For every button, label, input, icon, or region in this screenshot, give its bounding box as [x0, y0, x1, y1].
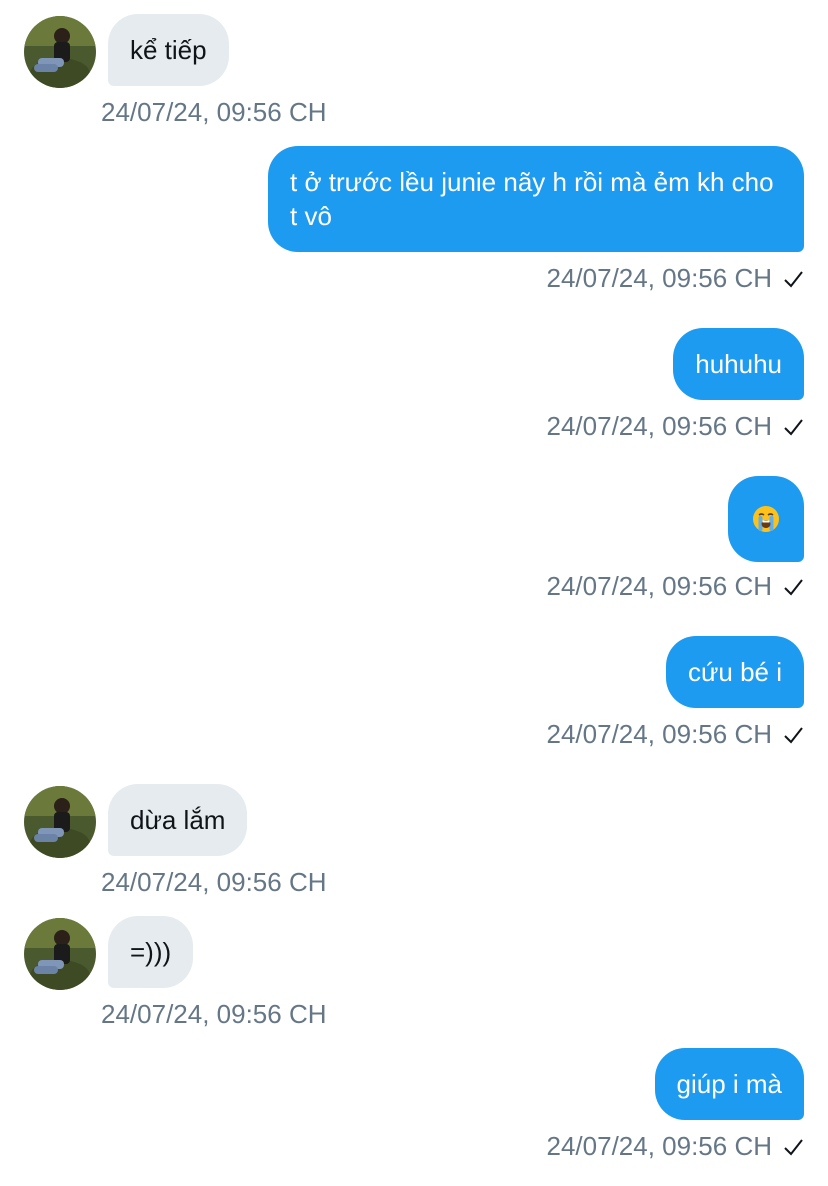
message-timestamp-row: 24/07/24, 09:56 CH [547, 718, 805, 750]
message-text: t ở trước lều junie nãy h rồi mà ẻm kh c… [290, 167, 774, 231]
message-timestamp: 24/07/24, 09:56 CH [546, 411, 773, 441]
message-timestamp-row: 24/07/24, 09:56 CH [547, 410, 805, 442]
avatar[interactable] [24, 918, 96, 990]
message-text: =))) [130, 937, 172, 967]
checkmark-icon [784, 727, 803, 744]
avatar[interactable] [24, 786, 96, 858]
loudly-crying-face-emoji [753, 506, 779, 532]
checkmark-icon [784, 579, 803, 596]
message-timestamp: 24/07/24, 09:56 CH [546, 719, 773, 749]
message-timestamp-row: 24/07/24, 09:56 CH [547, 1130, 805, 1162]
message-bubble-outgoing[interactable] [728, 476, 804, 562]
message-bubble-outgoing[interactable]: cứu bé i [665, 636, 804, 708]
checkmark-icon [784, 271, 803, 288]
message-timestamp-row: 24/07/24, 09:56 CH [547, 262, 805, 294]
message-text: kể tiếp [130, 35, 207, 65]
message-text: cứu bé i [687, 657, 782, 687]
message-timestamp: 24/07/24, 09:56 CH [101, 867, 327, 897]
message-text: dừa lắm [130, 805, 226, 835]
message-bubble-incoming[interactable]: dừa lắm [108, 784, 248, 856]
message-timestamp: 24/07/24, 09:56 CH [546, 263, 773, 293]
message-bubble-outgoing[interactable]: huhuhu [673, 328, 804, 400]
message-bubble-incoming[interactable]: =))) [108, 916, 194, 988]
message-bubble-incoming[interactable]: kể tiếp [108, 14, 229, 86]
message-bubble-outgoing[interactable]: t ở trước lều junie nãy h rồi mà ẻm kh c… [268, 146, 804, 252]
message-timestamp: 24/07/24, 09:56 CH [101, 999, 327, 1029]
checkmark-icon [784, 1139, 803, 1156]
checkmark-icon [784, 419, 803, 436]
message-text: huhuhu [695, 349, 782, 379]
message-timestamp: 24/07/24, 09:56 CH [101, 97, 327, 127]
message-text: giúp i mà [676, 1069, 783, 1099]
message-timestamp-row: 24/07/24, 09:56 CH [547, 570, 805, 602]
avatar[interactable] [24, 16, 96, 88]
message-timestamp: 24/07/24, 09:56 CH [546, 571, 773, 601]
message-timestamp: 24/07/24, 09:56 CH [546, 1131, 773, 1161]
message-bubble-outgoing[interactable]: giúp i mà [654, 1048, 804, 1120]
